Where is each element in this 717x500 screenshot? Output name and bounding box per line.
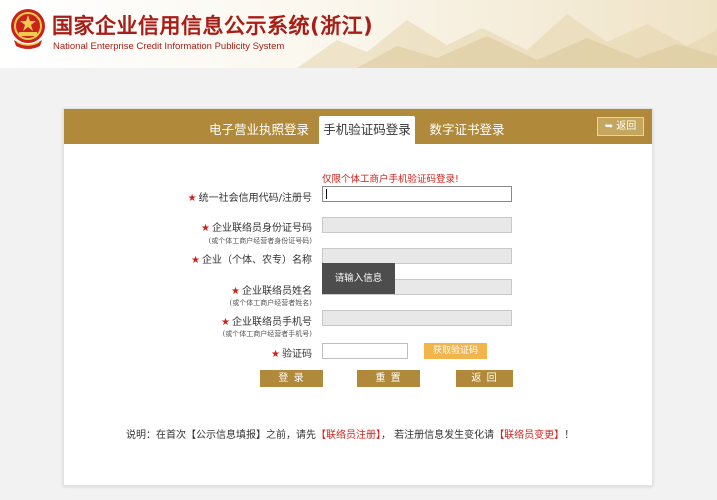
id-number-label: ★ 企业联络员身份证号码: [201, 223, 312, 234]
tab-electronic-license[interactable]: 电子营业执照登录: [204, 116, 314, 144]
input-tooltip: 请输入信息: [322, 263, 395, 294]
id-number-hint: (或个体工商户经营者身份证号码): [208, 237, 312, 245]
site-subtitle: National Enterprise Credit Information P…: [53, 41, 285, 52]
reset-button[interactable]: 重 置: [357, 370, 420, 387]
phone-label: ★ 企业联络员手机号: [221, 317, 312, 328]
footnote-middle: ， 若注册信息发生变化请: [381, 430, 495, 441]
get-code-button[interactable]: 获取验证码: [424, 343, 487, 359]
footnote-suffix: ！: [564, 430, 575, 441]
phone-input[interactable]: [322, 310, 512, 326]
verification-code-input[interactable]: [322, 343, 408, 359]
liaison-name-label: ★ 企业联络员姓名: [231, 286, 312, 297]
site-header: 国家企业信用信息公示系统(浙江) National Enterprise Cre…: [0, 0, 717, 68]
tab-sms-login[interactable]: 手机验证码登录: [319, 116, 415, 144]
return-button[interactable]: 返 回: [456, 370, 513, 387]
company-name-input[interactable]: [322, 248, 512, 264]
phone-hint: (或个体工商户经营者手机号): [222, 330, 312, 338]
text-caret: [326, 189, 327, 199]
credit-code-label: ★ 统一社会信用代码/注册号: [187, 193, 312, 204]
back-arrow-icon: ➥: [604, 121, 614, 132]
back-button[interactable]: ➥ 返回: [597, 117, 644, 136]
footnote-prefix: 说明：在首次【公示信息填报】之前，请先: [126, 430, 316, 441]
id-number-input[interactable]: [322, 217, 512, 233]
tab-digital-certificate[interactable]: 数字证书登录: [422, 116, 512, 144]
login-button[interactable]: 登 录: [260, 370, 323, 387]
liaison-name-hint: (或个体工商户经营者姓名): [229, 299, 312, 307]
notice-text: 仅限个体工商户手机验证码登录!: [322, 174, 459, 185]
tab-bar: 电子营业执照登录 手机验证码登录 数字证书登录 ➥ 返回: [64, 109, 652, 144]
company-name-label: ★ 企业（个体、农专）名称: [191, 255, 312, 266]
back-button-label: 返回: [616, 121, 637, 132]
credit-code-input[interactable]: [322, 186, 512, 202]
site-title: 国家企业信用信息公示系统(浙江): [52, 14, 374, 38]
liaison-change-link[interactable]: 【联络员变更】: [494, 430, 564, 441]
footnote: 说明：在首次【公示信息填报】之前，请先【联络员注册】， 若注册信息发生变化请【联…: [126, 426, 574, 441]
liaison-register-link[interactable]: 【联络员注册】: [316, 430, 381, 441]
code-label: ★ 验证码: [271, 349, 312, 360]
national-emblem-icon: [8, 6, 48, 52]
login-card: 电子营业执照登录 手机验证码登录 数字证书登录 ➥ 返回 仅限个体工商户手机验证…: [63, 108, 653, 486]
